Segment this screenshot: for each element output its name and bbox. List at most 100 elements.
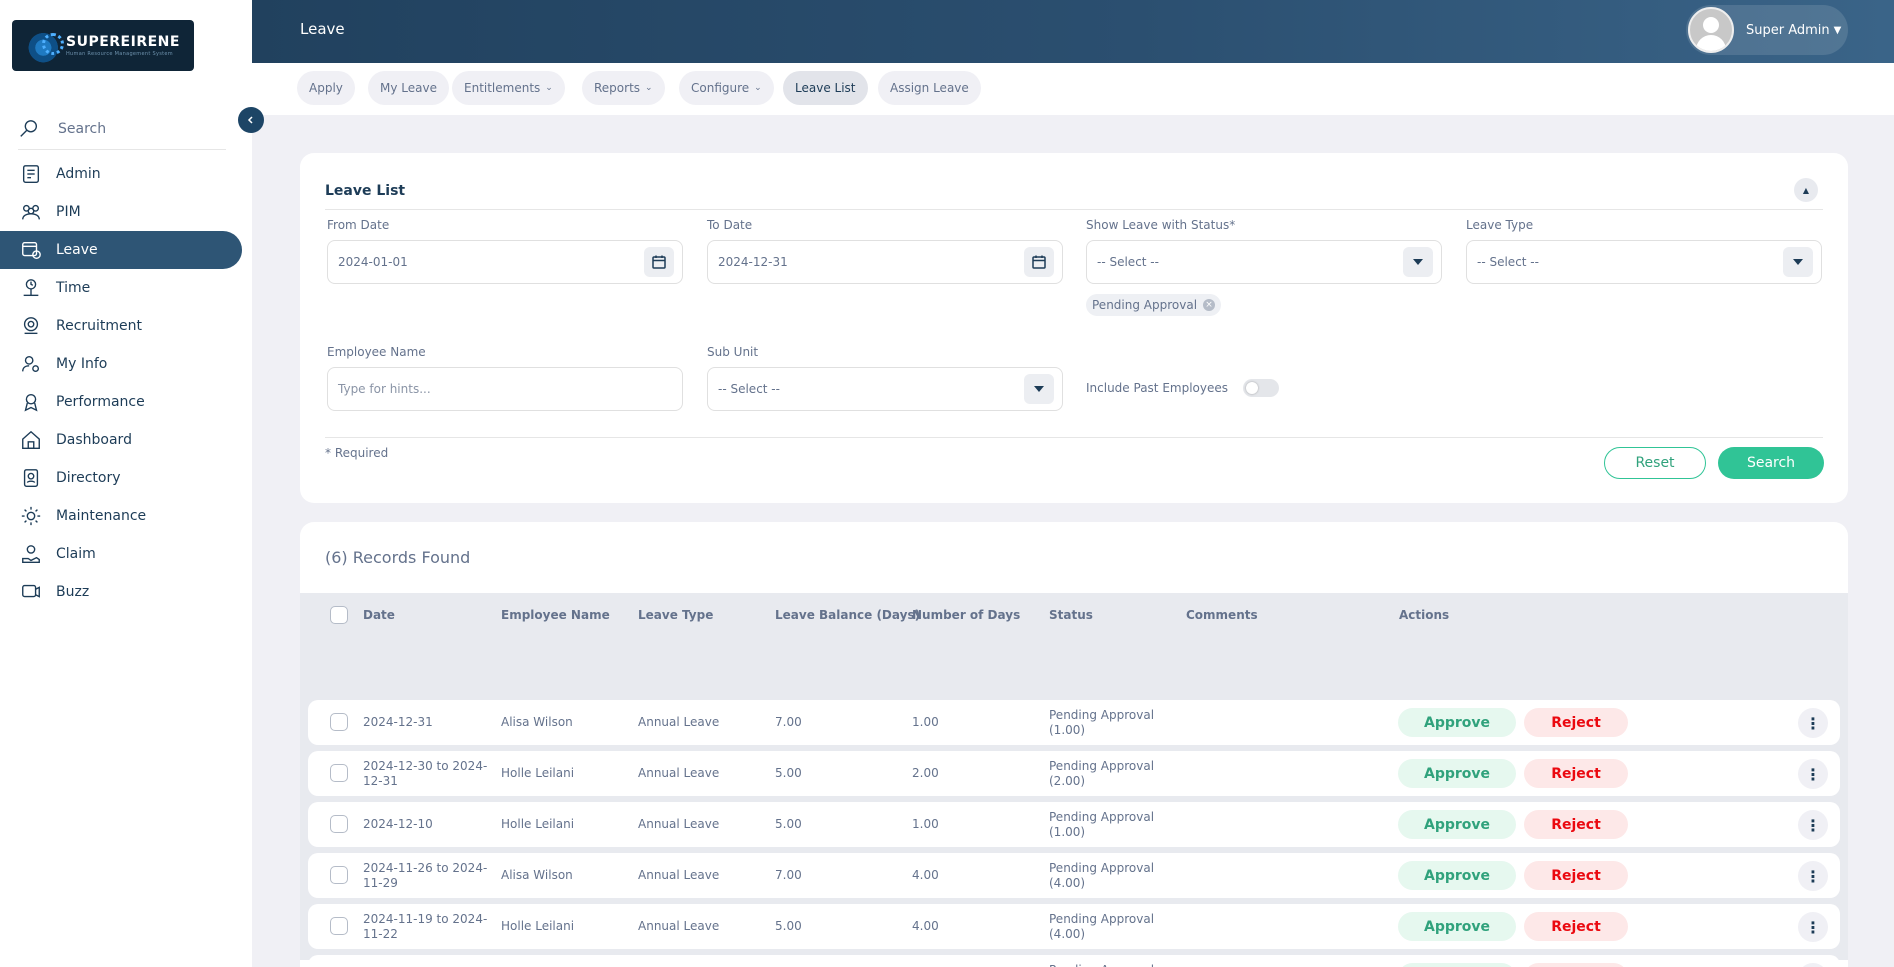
- sidebar-collapse-button[interactable]: [238, 107, 264, 133]
- approve-button[interactable]: Approve: [1398, 759, 1516, 788]
- sidebar: SUPEREIRENE Human Resource Management Sy…: [0, 0, 252, 967]
- status-select[interactable]: -- Select --: [1086, 240, 1442, 284]
- tab-label: Apply: [309, 81, 343, 95]
- calendar-icon[interactable]: [644, 247, 674, 277]
- sidebar-item-maintenance[interactable]: Maintenance: [0, 497, 252, 535]
- sidebar-item-label: Admin: [56, 166, 101, 182]
- more-options-icon[interactable]: ⋮: [1798, 963, 1828, 967]
- leave-type-field: Leave Type -- Select --: [1466, 218, 1822, 284]
- from-date-input[interactable]: 2024-01-01: [327, 240, 683, 284]
- approve-button[interactable]: Approve: [1398, 861, 1516, 890]
- sidebar-item-dashboard[interactable]: Dashboard: [0, 421, 252, 459]
- recruitment-icon: [20, 315, 42, 337]
- status-label: Show Leave with Status*: [1086, 218, 1236, 232]
- table-row[interactable]: 2024-12-10 Holle Leilani Annual Leave 5.00 1…: [308, 802, 1840, 847]
- tab-apply[interactable]: Apply: [297, 71, 355, 105]
- sidebar-item-label: Performance: [56, 394, 145, 410]
- sidebar-item-performance[interactable]: Performance: [0, 383, 252, 421]
- employee-name-field: Employee Name Type for hints...: [327, 345, 683, 411]
- approve-button[interactable]: Approve: [1398, 810, 1516, 839]
- collapse-filter-button[interactable]: ▲: [1794, 178, 1818, 202]
- logo-icon: [28, 28, 64, 63]
- table-row[interactable]: 2024-12-30 to 2024- 12-31 Holle Leilani Ann…: [308, 751, 1840, 796]
- tab-label: Reports: [594, 81, 641, 95]
- tab-leave-list[interactable]: Leave List: [783, 71, 868, 105]
- include-past-employees: Include Past Employees: [1086, 379, 1280, 397]
- sidebar-item-recruitment[interactable]: Recruitment: [0, 307, 252, 345]
- row-checkbox[interactable]: [330, 713, 348, 731]
- directory-icon: [20, 467, 42, 489]
- reject-button[interactable]: Reject: [1524, 963, 1628, 967]
- status-chip-label: Pending Approval: [1092, 298, 1198, 312]
- sub-unit-select[interactable]: -- Select --: [707, 367, 1063, 411]
- row-checkbox[interactable]: [330, 917, 348, 935]
- row-checkbox[interactable]: [330, 764, 348, 782]
- sidebar-item-leave[interactable]: Leave: [0, 231, 242, 269]
- more-options-icon[interactable]: ⋮: [1798, 810, 1828, 840]
- row-checkbox[interactable]: [330, 815, 348, 833]
- tab-my-leave[interactable]: My Leave: [368, 71, 449, 105]
- select-all-checkbox[interactable]: [330, 606, 348, 624]
- column-header: Date: [363, 608, 395, 622]
- sidebar-item-claim[interactable]: Claim: [0, 535, 252, 573]
- user-menu[interactable]: Super Admin ▼: [1686, 5, 1848, 55]
- leave-icon: [20, 239, 42, 261]
- maintenance-icon: [20, 505, 42, 527]
- more-options-icon[interactable]: ⋮: [1798, 861, 1828, 891]
- sidebar-search[interactable]: Search: [18, 108, 226, 150]
- approve-button[interactable]: Approve: [1398, 912, 1516, 941]
- sidebar-item-admin[interactable]: Admin: [0, 155, 252, 193]
- sidebar-item-label: Claim: [56, 546, 96, 562]
- table: 2024-12-31 Alisa Wilson Annual Leave 7.00 1.…: [300, 593, 1848, 967]
- tab-configure[interactable]: Configure ⌄: [679, 71, 774, 105]
- to-date-input[interactable]: 2024-12-31: [707, 240, 1063, 284]
- tab-assign-leave[interactable]: Assign Leave: [878, 71, 981, 105]
- search-button[interactable]: Search: [1718, 447, 1824, 479]
- chevron-down-icon: ⌄: [645, 83, 653, 93]
- sidebar-item-label: Dashboard: [56, 432, 132, 448]
- reject-button[interactable]: Reject: [1524, 912, 1628, 941]
- leave-type-select[interactable]: -- Select --: [1466, 240, 1822, 284]
- reject-button[interactable]: Reject: [1524, 759, 1628, 788]
- sidebar-item-directory[interactable]: Directory: [0, 459, 252, 497]
- page-title: Leave: [300, 20, 345, 38]
- employee-name-input[interactable]: Type for hints...: [327, 367, 683, 411]
- tab-label: My Leave: [380, 81, 437, 95]
- cell-balance: 5.00: [775, 919, 802, 933]
- sidebar-item-time[interactable]: Time: [0, 269, 252, 307]
- reject-button[interactable]: Reject: [1524, 810, 1628, 839]
- sidebar-item-my-info[interactable]: My Info: [0, 345, 252, 383]
- brand-name: SUPEREIRENE: [66, 34, 180, 50]
- more-options-icon[interactable]: ⋮: [1798, 912, 1828, 942]
- caret-down-icon: ▼: [1833, 24, 1842, 36]
- remove-chip-icon[interactable]: ×: [1203, 299, 1216, 311]
- sidebar-item-pim[interactable]: PIM: [0, 193, 252, 231]
- cell-status: Pending Approval(1.00): [1049, 963, 1154, 967]
- reject-button[interactable]: Reject: [1524, 708, 1628, 737]
- sidebar-item-buzz[interactable]: Buzz: [0, 573, 252, 611]
- approve-button[interactable]: Approve: [1398, 708, 1516, 737]
- chevron-down-icon: ⌄: [754, 83, 762, 93]
- pim-icon: [20, 201, 42, 223]
- calendar-icon[interactable]: [1024, 247, 1054, 277]
- table-row[interactable]: 2024-11-19 to 2024- 11-22 Holle Leilani Ann…: [308, 904, 1840, 949]
- brand-logo[interactable]: SUPEREIRENE Human Resource Management Sy…: [12, 20, 194, 71]
- column-header: Comments: [1186, 608, 1258, 622]
- table-row[interactable]: 2024-11-18Synbill MicahAnnual Leave11.00…: [308, 955, 1840, 967]
- more-options-icon[interactable]: ⋮: [1798, 708, 1828, 738]
- reject-button[interactable]: Reject: [1524, 861, 1628, 890]
- cell-date: 2024-11-26 to 2024- 11-29: [363, 861, 487, 891]
- include-past-toggle[interactable]: [1243, 379, 1280, 397]
- sidebar-item-label: Buzz: [56, 584, 90, 600]
- table-row[interactable]: 2024-11-26 to 2024- 11-29 Alisa Wilson Annu…: [308, 853, 1840, 898]
- reset-button[interactable]: Reset: [1604, 447, 1706, 479]
- more-options-icon[interactable]: ⋮: [1798, 759, 1828, 789]
- approve-button[interactable]: Approve: [1398, 963, 1516, 967]
- row-checkbox[interactable]: [330, 866, 348, 884]
- tab-reports[interactable]: Reports ⌄: [582, 71, 665, 105]
- sub-unit-label: Sub Unit: [707, 345, 759, 359]
- cell-leave-type: Annual Leave: [638, 868, 720, 882]
- table-row[interactable]: 2024-12-31 Alisa Wilson Annual Leave 7.00 1.…: [308, 700, 1840, 745]
- cell-status-line: (2.00): [1049, 774, 1086, 788]
- tab-entitlements[interactable]: Entitlements ⌄: [452, 71, 565, 105]
